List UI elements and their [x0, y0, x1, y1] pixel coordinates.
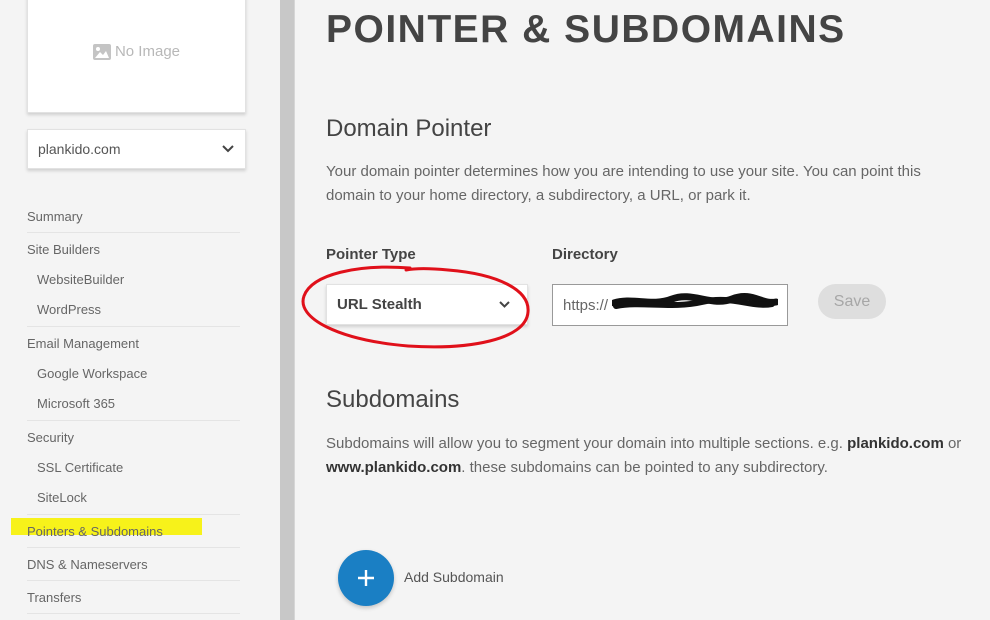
nav-divider — [27, 326, 240, 327]
directory-input-value: https:// — [563, 296, 609, 314]
nav-divider — [27, 580, 240, 581]
nav-sitelock[interactable]: SiteLock — [37, 490, 87, 505]
example-domain: plankido.com — [847, 435, 944, 452]
nav-microsoft-365[interactable]: Microsoft 365 — [37, 396, 115, 411]
directory-label: Directory — [552, 246, 618, 263]
nav-google-workspace[interactable]: Google Workspace — [37, 366, 147, 381]
nav-summary[interactable]: Summary — [27, 209, 83, 224]
domain-select[interactable]: plankido.com — [27, 129, 246, 169]
plus-icon — [358, 570, 374, 586]
nav-site-builders[interactable]: Site Builders — [27, 242, 100, 257]
content-divider — [294, 0, 295, 620]
subdomains-description: Subdomains will allow you to segment you… — [326, 435, 962, 476]
domain-select-value: plankido.com — [38, 141, 121, 157]
page-title: POINTER & SUBDOMAINS — [326, 8, 846, 51]
redaction-scribble — [612, 293, 778, 309]
sidebar-scroll-gutter — [280, 0, 294, 620]
nav-website-builder[interactable]: WebsiteBuilder — [37, 272, 124, 287]
annotation-circle — [301, 265, 530, 349]
example-www-domain: www.plankido.com — [326, 459, 462, 476]
add-subdomain-button[interactable] — [338, 550, 394, 606]
chevron-down-icon — [222, 145, 234, 153]
image-icon — [92, 43, 111, 60]
nav-pointers-subdomains[interactable]: Pointers & Subdomains — [27, 524, 163, 539]
nav-divider — [27, 613, 240, 614]
sidebar: No Image plankido.com Summary Site Build… — [0, 0, 280, 620]
nav-email-management[interactable]: Email Management — [27, 336, 139, 351]
no-image-text: No Image — [114, 43, 181, 60]
domain-pointer-description: Your domain pointer determines how you a… — [326, 163, 921, 204]
nav-dns-nameservers[interactable]: DNS & Nameservers — [27, 557, 148, 572]
nav-divider — [27, 514, 240, 515]
nav-ssl-certificate[interactable]: SSL Certificate — [37, 460, 123, 475]
subdomains-heading: Subdomains — [326, 386, 460, 413]
domain-pointer-heading: Domain Pointer — [326, 115, 492, 142]
nav-wordpress[interactable]: WordPress — [37, 302, 101, 317]
nav-transfers[interactable]: Transfers — [27, 590, 81, 605]
nav-divider — [27, 547, 240, 548]
save-button[interactable]: Save — [818, 284, 886, 319]
nav-divider — [27, 420, 240, 421]
nav-divider — [27, 232, 240, 233]
site-thumbnail: No Image — [27, 0, 246, 113]
nav-security[interactable]: Security — [27, 430, 74, 445]
add-subdomain-label[interactable]: Add Subdomain — [404, 569, 504, 585]
